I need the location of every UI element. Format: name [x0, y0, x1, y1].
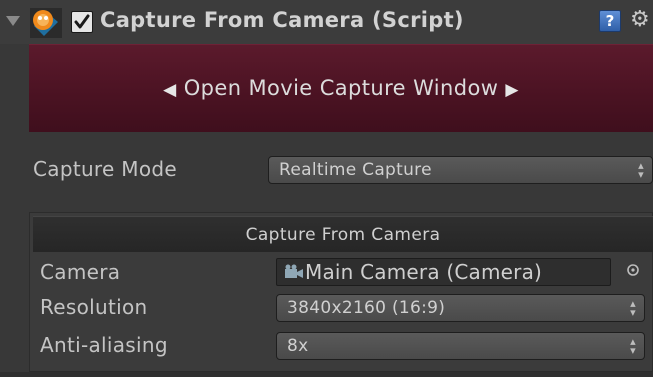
- anti-aliasing-dropdown[interactable]: 8x ▴ ▾: [276, 332, 645, 360]
- resolution-dropdown[interactable]: 3840x2160 (16:9) ▴ ▾: [276, 294, 645, 322]
- foldout-arrow-icon[interactable]: [6, 16, 20, 26]
- component-header[interactable]: Capture From Camera (Script) ? ⚙: [0, 0, 653, 44]
- open-movie-capture-window-label: Open Movie Capture Window: [183, 76, 499, 100]
- gear-icon[interactable]: ⚙: [630, 9, 650, 31]
- capture-mode-value: Realtime Capture: [279, 160, 432, 180]
- resolution-label: Resolution: [40, 295, 148, 319]
- camera-object-field[interactable]: Main Camera (Camera): [276, 258, 611, 286]
- dropdown-arrows-icon: ▴ ▾: [630, 297, 636, 319]
- right-arrow-icon: ▶: [505, 80, 519, 100]
- capture-mode-dropdown[interactable]: Realtime Capture ▴ ▾: [268, 156, 653, 184]
- help-icon[interactable]: ?: [599, 10, 621, 32]
- movie-capture-icon: [30, 8, 62, 38]
- dropdown-arrows-icon: ▴ ▾: [638, 159, 644, 181]
- capture-mode-label: Capture Mode: [33, 157, 177, 181]
- dropdown-arrows-icon: ▴ ▾: [630, 335, 636, 357]
- anti-aliasing-value: 8x: [287, 336, 309, 356]
- camera-value: Main Camera (Camera): [305, 260, 543, 284]
- open-movie-capture-window-button[interactable]: ◀ Open Movie Capture Window ▶: [29, 44, 653, 132]
- component-enabled-checkbox[interactable]: [71, 11, 93, 33]
- camera-icon: [285, 264, 303, 278]
- left-arrow-icon: ◀: [163, 80, 177, 100]
- resolution-value: 3840x2160 (16:9): [287, 298, 446, 318]
- panel-bottom-edge: [0, 372, 653, 377]
- component-title: Capture From Camera (Script): [100, 8, 464, 32]
- inspector-panel: Capture From Camera (Script) ? ⚙ ◀ Open …: [0, 0, 653, 377]
- object-picker-icon[interactable]: [626, 263, 640, 277]
- section-title: Capture From Camera: [33, 216, 653, 252]
- anti-aliasing-label: Anti-aliasing: [40, 333, 168, 357]
- checkmark-icon: [74, 14, 90, 29]
- camera-label: Camera: [40, 260, 121, 284]
